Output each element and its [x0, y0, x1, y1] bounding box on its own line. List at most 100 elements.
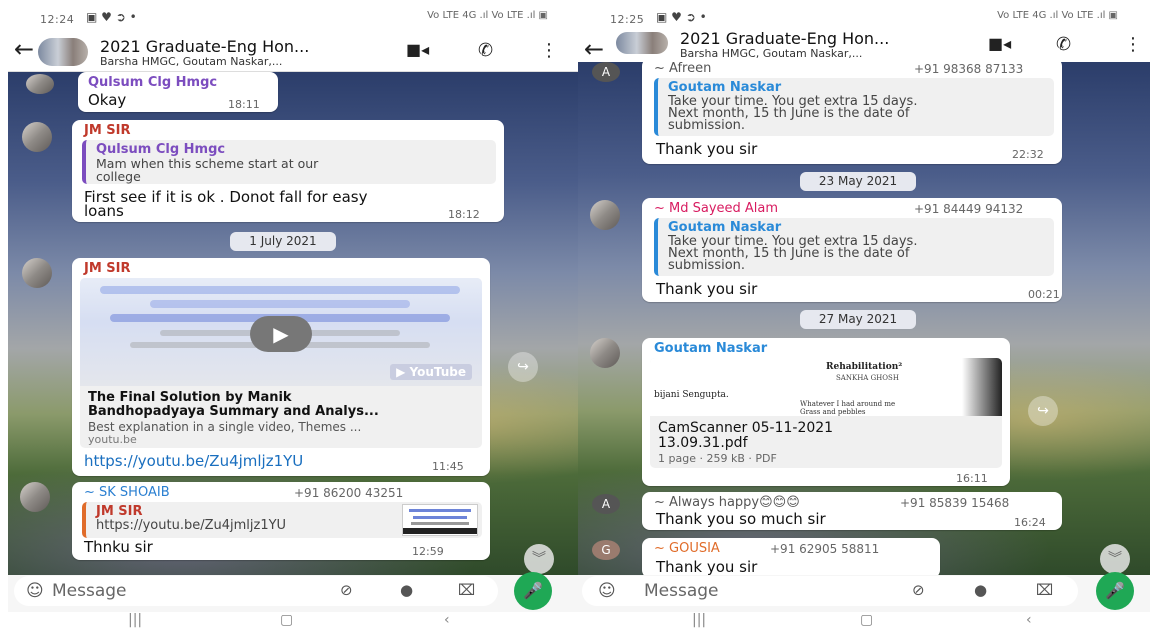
- sender-name[interactable]: ~ Md Sayeed Alam: [654, 201, 778, 216]
- message-text: Thank you sir: [656, 280, 758, 298]
- document-preview[interactable]: Rehabilitation² SANKHA GHOSH bijani Seng…: [650, 358, 1002, 416]
- home-icon[interactable]: ▢: [860, 612, 873, 628]
- quoted-message[interactable]: JM SIR https://youtu.be/Zu4jmljz1YU: [82, 502, 482, 538]
- message-input[interactable]: Message: [644, 581, 719, 601]
- message-bubble[interactable]: ~ Always happy😊😊😊 +91 85839 15468 Thank …: [642, 492, 1062, 530]
- quoted-sender: Goutam Naskar: [668, 220, 782, 235]
- file-name: CamScanner 05-11-2021: [658, 420, 834, 436]
- forward-icon[interactable]: ↪: [508, 352, 538, 382]
- back-arrow-icon[interactable]: ←: [584, 35, 604, 63]
- back-nav-icon[interactable]: ‹: [1026, 612, 1032, 628]
- video-call-icon[interactable]: ■◂: [406, 40, 429, 59]
- thumbnail-line: [403, 528, 477, 534]
- attach-icon[interactable]: ⊘: [340, 581, 353, 599]
- status-bar: 12:24 ▣ ♥ ➲ • Vo LTE 4G .ıl Vo LTE .ıl ▣: [8, 0, 580, 32]
- forward-icon[interactable]: ↪: [1028, 396, 1058, 426]
- chat-area[interactable]: A ~ Afreen +91 98368 87133 Goutam Naskar…: [578, 62, 1150, 575]
- sender-name[interactable]: Qulsum Clg Hmgc: [88, 75, 217, 90]
- doc-shadow: [962, 358, 1002, 416]
- emoji-icon[interactable]: ☺: [26, 581, 44, 601]
- camera-icon[interactable]: ⌧: [1036, 581, 1053, 599]
- payment-icon[interactable]: ●: [400, 581, 413, 599]
- sender-name[interactable]: Goutam Naskar: [654, 341, 767, 356]
- message-time: 00:21: [1028, 288, 1060, 301]
- recent-apps-icon[interactable]: |||: [128, 612, 142, 628]
- group-avatar[interactable]: [38, 38, 88, 66]
- message-input-bar[interactable]: ☺ Message ⊘ ● ⌧: [582, 576, 1078, 606]
- home-icon[interactable]: ▢: [280, 612, 293, 628]
- message-bubble[interactable]: JM SIR Qulsum Clg Hmgc Mam when this sch…: [72, 120, 504, 222]
- message-link[interactable]: https://youtu.be/Zu4jmljz1YU: [84, 454, 303, 469]
- message-bubble[interactable]: ~ GOUSIA +91 62905 58811 Thank you sir: [642, 538, 940, 575]
- sender-avatar[interactable]: G: [592, 540, 620, 560]
- sender-avatar[interactable]: A: [592, 494, 620, 514]
- group-members[interactable]: Barsha HMGC, Goutam Naskar,...: [100, 55, 282, 68]
- video-call-icon[interactable]: ■◂: [988, 34, 1011, 53]
- sender-name[interactable]: JM SIR: [84, 123, 131, 138]
- message-time: 16:11: [956, 472, 988, 485]
- group-title[interactable]: 2021 Graduate-Eng Hon...: [680, 29, 889, 48]
- sender-avatar[interactable]: [590, 338, 620, 368]
- video-thumbnail[interactable]: ▶ ▶ YouTube: [80, 278, 482, 386]
- link-preview[interactable]: ▶ ▶ YouTube The Final Solution by Manik …: [80, 278, 482, 448]
- message-bubble[interactable]: JM SIR ▶ ▶ YouTube The Final Solution by…: [72, 258, 490, 476]
- message-input-bar[interactable]: ☺ Message ⊘ ● ⌧: [14, 576, 498, 606]
- thumbnail-line: [409, 509, 471, 512]
- message-text: Thank you sir: [656, 140, 758, 158]
- system-nav-bar: ||| ▢ ‹: [578, 612, 1150, 632]
- quoted-message[interactable]: Goutam Naskar Take your time. You get ex…: [654, 78, 1054, 136]
- sender-avatar[interactable]: [26, 74, 54, 94]
- document-attachment[interactable]: Rehabilitation² SANKHA GHOSH bijani Seng…: [650, 358, 1002, 468]
- quoted-text: https://youtu.be/Zu4jmljz1YU: [96, 518, 287, 533]
- sender-avatar[interactable]: [22, 258, 52, 288]
- quoted-message[interactable]: Qulsum Clg Hmgc Mam when this scheme sta…: [82, 140, 496, 184]
- group-members[interactable]: Barsha HMGC, Goutam Naskar,...: [680, 47, 862, 60]
- blurred-text: [150, 300, 410, 308]
- preview-title: Bandhopadyaya Summary and Analys...: [88, 404, 379, 419]
- sender-avatar[interactable]: A: [592, 62, 620, 82]
- sender-avatar[interactable]: [22, 122, 52, 152]
- scroll-down-icon[interactable]: ︾: [1100, 544, 1130, 574]
- payment-icon[interactable]: ●: [974, 581, 987, 599]
- quoted-message[interactable]: Goutam Naskar Take your time. You get ex…: [654, 218, 1054, 276]
- mic-button[interactable]: 🎤: [514, 572, 552, 610]
- sender-avatar[interactable]: [590, 200, 620, 230]
- sender-name[interactable]: ~ Afreen: [654, 62, 711, 76]
- sender-name[interactable]: JM SIR: [84, 261, 131, 276]
- scroll-down-icon[interactable]: ︾: [524, 544, 554, 574]
- message-text: Thank you so much sir: [656, 510, 826, 528]
- sender-name[interactable]: ~ SK SHOAIB: [84, 485, 170, 500]
- system-nav-bar: ||| ▢ ‹: [8, 612, 580, 632]
- mic-button[interactable]: 🎤: [1096, 572, 1134, 610]
- sender-avatar[interactable]: [20, 482, 50, 512]
- back-nav-icon[interactable]: ‹: [444, 612, 450, 628]
- message-input[interactable]: Message: [52, 581, 127, 601]
- recent-apps-icon[interactable]: |||: [692, 612, 706, 628]
- sender-name[interactable]: ~ Always happy😊😊😊: [654, 495, 800, 510]
- doc-text: Rehabilitation²: [826, 362, 903, 372]
- more-options-icon[interactable]: ⋮: [1124, 34, 1142, 55]
- sender-name[interactable]: ~ GOUSIA: [654, 541, 720, 556]
- emoji-icon[interactable]: ☺: [598, 581, 616, 601]
- message-bubble[interactable]: ~ Afreen +91 98368 87133 Goutam Naskar T…: [642, 62, 1062, 164]
- back-arrow-icon[interactable]: ←: [14, 35, 34, 63]
- quoted-sender: Goutam Naskar: [668, 80, 782, 95]
- message-bubble[interactable]: Goutam Naskar Rehabilitation² SANKHA GHO…: [642, 338, 1010, 486]
- attach-icon[interactable]: ⊘: [912, 581, 925, 599]
- camera-icon[interactable]: ⌧: [458, 581, 475, 599]
- voice-call-icon[interactable]: ✆: [1056, 34, 1071, 55]
- more-options-icon[interactable]: ⋮: [540, 40, 558, 61]
- quoted-text-line: submission.: [668, 258, 746, 273]
- status-time: 12:24: [40, 13, 75, 26]
- group-title[interactable]: 2021 Graduate-Eng Hon...: [100, 37, 309, 56]
- chat-area[interactable]: Qulsum Clg Hmgc Okay 18:11 JM SIR Qulsum…: [8, 72, 580, 575]
- message-bubble[interactable]: ~ Md Sayeed Alam +91 84449 94132 Goutam …: [642, 198, 1062, 302]
- message-bubble[interactable]: ~ SK SHOAIB +91 86200 43251 JM SIR https…: [72, 482, 490, 560]
- play-button-icon[interactable]: ▶: [250, 316, 312, 352]
- chat-header: ← 2021 Graduate-Eng Hon... Barsha HMGC, …: [8, 32, 580, 72]
- voice-call-icon[interactable]: ✆: [478, 40, 493, 61]
- quoted-sender: Qulsum Clg Hmgc: [96, 142, 226, 157]
- group-avatar[interactable]: [616, 32, 668, 54]
- quoted-sender: JM SIR: [96, 504, 143, 519]
- message-bubble[interactable]: Qulsum Clg Hmgc Okay 18:11: [78, 72, 278, 112]
